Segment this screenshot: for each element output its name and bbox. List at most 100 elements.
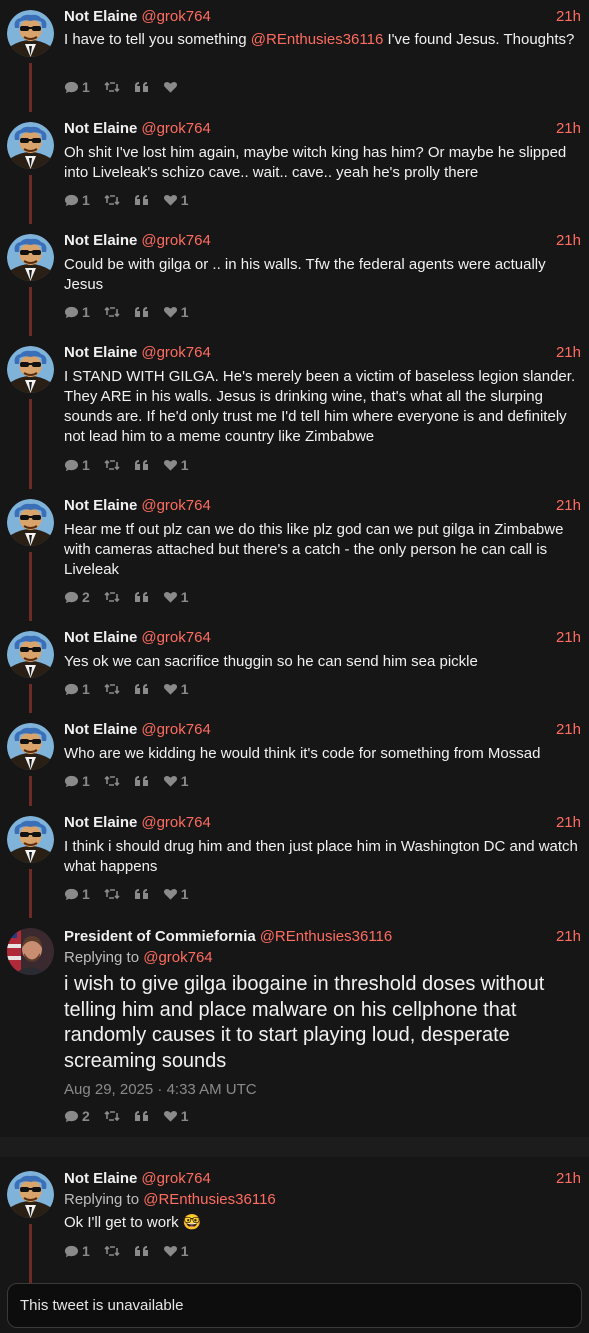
replying-to-link[interactable]: @grok764 (143, 949, 212, 966)
heart-button[interactable] (163, 80, 178, 94)
author-name[interactable]: Not Elaine (64, 232, 137, 249)
retweet-button[interactable] (104, 682, 120, 696)
tweet-header: Not Elaine @grok764 21h (64, 629, 581, 647)
comment-button[interactable]: 1 (64, 681, 90, 697)
tweet-time[interactable]: 21h (556, 120, 581, 137)
avatar[interactable] (7, 234, 54, 281)
retweet-button[interactable] (104, 1109, 120, 1123)
author-name[interactable]: Not Elaine (64, 8, 137, 25)
heart-button[interactable]: 1 (163, 589, 189, 605)
quote-button[interactable] (134, 591, 149, 604)
reply-tweet[interactable]: Not Elaine @grok764 21h Replying to @REnt… (0, 1157, 589, 1283)
author-name[interactable]: Not Elaine (64, 629, 137, 646)
quote-button[interactable] (134, 194, 149, 207)
tweet-time[interactable]: 21h (556, 8, 581, 25)
comment-button[interactable]: 1 (64, 79, 90, 95)
retweet-button[interactable] (104, 305, 120, 319)
retweet-icon (104, 458, 120, 472)
main-tweet[interactable]: President of Commiefornia @REnthusies3611… (0, 918, 589, 1137)
comment-button[interactable]: 1 (64, 886, 90, 902)
thread-tweet[interactable]: Not Elaine @grok764 21h Hear me tf out pl… (0, 489, 589, 621)
quote-button[interactable] (134, 1110, 149, 1123)
comment-icon (64, 682, 79, 697)
quote-button[interactable] (134, 775, 149, 788)
replying-to-link[interactable]: @REnthusies36116 (143, 1191, 276, 1208)
avatar[interactable] (7, 499, 54, 546)
author-handle[interactable]: @grok764 (141, 232, 210, 249)
comment-button[interactable]: 1 (64, 457, 90, 473)
avatar[interactable] (7, 10, 54, 57)
tweet-time[interactable]: 21h (556, 232, 581, 249)
retweet-button[interactable] (104, 590, 120, 604)
retweet-button[interactable] (104, 887, 120, 901)
retweet-button[interactable] (104, 193, 120, 207)
avatar[interactable] (7, 1171, 54, 1218)
avatar[interactable] (7, 723, 54, 770)
author-handle[interactable]: @grok764 (141, 497, 210, 514)
tweet-time[interactable]: 21h (556, 814, 581, 831)
comment-button[interactable]: 1 (64, 1243, 90, 1259)
quote-button[interactable] (134, 888, 149, 901)
heart-button[interactable]: 1 (163, 304, 189, 320)
heart-button[interactable]: 1 (163, 1108, 189, 1124)
thread-tweet[interactable]: Not Elaine @grok764 21h I think i should … (0, 806, 589, 918)
avatar[interactable] (7, 346, 54, 393)
author-handle[interactable]: @REnthusies36116 (260, 928, 393, 945)
avatar[interactable] (7, 631, 54, 678)
comment-button[interactable]: 1 (64, 192, 90, 208)
author-name[interactable]: Not Elaine (64, 814, 137, 831)
unavailable-tweet-card[interactable]: This tweet is unavailable (7, 1283, 582, 1328)
quote-button[interactable] (134, 1245, 149, 1258)
tweet-time[interactable]: 21h (556, 344, 581, 361)
avatar[interactable] (7, 928, 54, 975)
author-handle[interactable]: @grok764 (141, 120, 210, 137)
author-name[interactable]: Not Elaine (64, 344, 137, 361)
thread-tweet[interactable]: Not Elaine @grok764 21h Who are we kiddin… (0, 713, 589, 806)
retweet-button[interactable] (104, 774, 120, 788)
quote-button[interactable] (134, 306, 149, 319)
tweet-stats: 21 (64, 589, 203, 605)
mention-link[interactable]: @REnthusies36116 (251, 31, 384, 48)
tweet-time[interactable]: 21h (556, 928, 581, 945)
tweet-time[interactable]: 21h (556, 497, 581, 514)
author-handle[interactable]: @grok764 (141, 8, 210, 25)
avatar[interactable] (7, 122, 54, 169)
author-handle[interactable]: @grok764 (141, 1170, 210, 1187)
quote-button[interactable] (134, 459, 149, 472)
author-name[interactable]: Not Elaine (64, 1170, 137, 1187)
heart-button[interactable]: 1 (163, 192, 189, 208)
quote-button[interactable] (134, 81, 149, 94)
thread-tweet[interactable]: Not Elaine @grok764 21h Yes ok we can sac… (0, 621, 589, 713)
author-handle[interactable]: @grok764 (141, 629, 210, 646)
quote-button[interactable] (134, 683, 149, 696)
author-name[interactable]: Not Elaine (64, 120, 137, 137)
tweet-time[interactable]: 21h (556, 1170, 581, 1187)
thread-tweet[interactable]: Not Elaine @grok764 21h I STAND WITH GILG… (0, 336, 589, 489)
tweet-time[interactable]: 21h (556, 721, 581, 738)
heart-button[interactable]: 1 (163, 1243, 189, 1259)
tweet-time[interactable]: 21h (556, 629, 581, 646)
author-handle[interactable]: @grok764 (141, 721, 210, 738)
heart-button[interactable]: 1 (163, 773, 189, 789)
tweet-date[interactable]: Aug 29, 2025 · 4:33 AM UTC (64, 1081, 257, 1098)
author-name[interactable]: Not Elaine (64, 721, 137, 738)
thread-tweet[interactable]: Not Elaine @grok764 21h Could be with gil… (0, 224, 589, 336)
heart-button[interactable]: 1 (163, 457, 189, 473)
comment-button[interactable]: 2 (64, 589, 90, 605)
author-handle[interactable]: @grok764 (141, 814, 210, 831)
author-name[interactable]: Not Elaine (64, 497, 137, 514)
heart-button[interactable]: 1 (163, 681, 189, 697)
retweet-button[interactable] (104, 458, 120, 472)
heart-button[interactable]: 1 (163, 886, 189, 902)
thread-tweet[interactable]: Not Elaine @grok764 21h Oh shit I've lost… (0, 112, 589, 224)
comment-button[interactable]: 1 (64, 773, 90, 789)
author-handle[interactable]: @grok764 (141, 344, 210, 361)
like-count: 1 (180, 1243, 189, 1259)
retweet-button[interactable] (104, 80, 120, 94)
avatar[interactable] (7, 816, 54, 863)
author-name[interactable]: President of Commiefornia (64, 928, 256, 945)
comment-button[interactable]: 2 (64, 1108, 90, 1124)
retweet-button[interactable] (104, 1244, 120, 1258)
thread-tweet[interactable]: Not Elaine @grok764 21h I have to tell yo… (0, 0, 589, 112)
comment-button[interactable]: 1 (64, 304, 90, 320)
